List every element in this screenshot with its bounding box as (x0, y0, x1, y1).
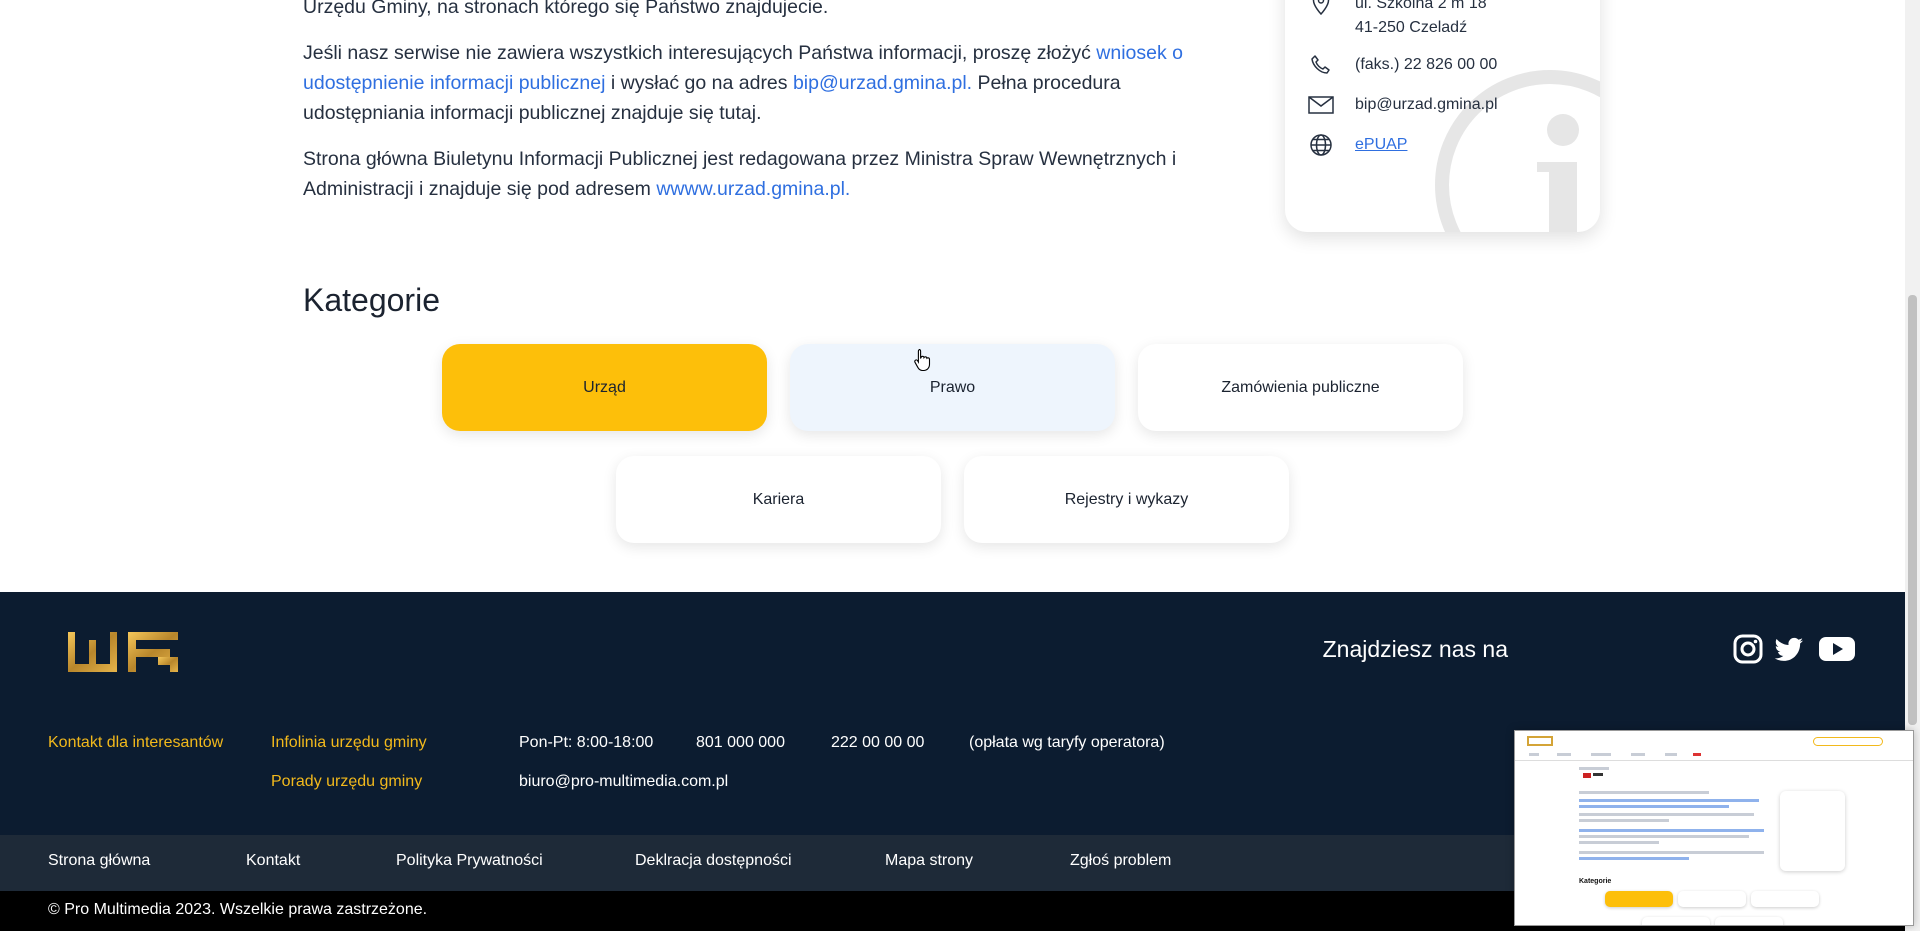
intro-text-span: i wysłać go na adres (605, 72, 793, 94)
epuap-row: ePUAP (1307, 133, 1407, 157)
contact-link[interactable]: Kontakt dla interesantów (48, 734, 223, 752)
nav-privacy[interactable]: Polityka Prywatności (396, 852, 543, 870)
company-logo[interactable] (66, 630, 180, 674)
address-row: ul. Szkolna 2 m 18 41-250 Czeladź (1307, 0, 1487, 40)
location-pin-icon (1307, 0, 1335, 16)
nav-accessibility[interactable]: Deklracja dostępności (635, 852, 792, 870)
intro-paragraph-3: Strona główna Biuletynu Informacji Publi… (303, 144, 1203, 204)
infolinia-link[interactable]: Infolinia urzędu gminy (271, 734, 427, 752)
category-urzad[interactable]: Urząd (442, 344, 767, 431)
preview-header (1515, 731, 1913, 761)
office-hours: Pon-Pt: 8:00-18:00 (519, 734, 654, 751)
category-rejestry[interactable]: Rejestry i wykazy (964, 456, 1289, 543)
porady-link[interactable]: Porady urzędu gminy (271, 773, 422, 791)
epuap-link[interactable]: ePUAP (1355, 133, 1407, 157)
bip-email-link[interactable]: bip@urzad.gmina.pl. (793, 72, 972, 94)
fax-row: (faks.) 22 826 00 00 (1307, 53, 1497, 77)
globe-icon (1307, 133, 1335, 157)
website-link[interactable]: wwww.urzad.gmina.pl. (656, 178, 850, 200)
category-prawo[interactable]: Prawo (790, 344, 1115, 431)
nav-home[interactable]: Strona główna (48, 852, 150, 870)
youtube-icon[interactable] (1818, 633, 1856, 665)
phone-icon (1307, 53, 1335, 77)
category-zamowienia[interactable]: Zamówienia publiczne (1138, 344, 1463, 431)
fax-number: (faks.) 22 826 00 00 (1355, 56, 1498, 73)
intro-paragraph-2: Jeśli nasz serwise nie zawiera wszystkic… (303, 38, 1203, 128)
hand-cursor-icon (914, 348, 931, 372)
copyright-text: © Pro Multimedia 2023. Wszelkie prawa za… (48, 901, 428, 918)
nav-sitemap[interactable]: Mapa strony (885, 852, 973, 870)
instagram-icon[interactable] (1732, 633, 1764, 665)
phone-number-1: 801 000 000 (696, 734, 785, 751)
page-preview-thumbnail[interactable]: Kategorie (1514, 730, 1914, 926)
intro-text-span: Jeśli nasz serwise nie zawiera wszystkic… (303, 42, 1097, 64)
scrollbar-thumb[interactable] (1908, 295, 1917, 725)
card-email: bip@urzad.gmina.pl (1355, 96, 1498, 113)
email-row: bip@urzad.gmina.pl (1307, 93, 1498, 117)
find-us-label: Znajdziesz nas na (1322, 636, 1508, 662)
nav-report-problem[interactable]: Zgłoś problem (1070, 852, 1171, 870)
preview-search (1813, 737, 1883, 746)
address-line-1: ul. Szkolna 2 m 18 (1355, 0, 1487, 12)
preview-contact-card (1780, 791, 1845, 871)
categories-title: Kategorie (303, 282, 440, 318)
category-kariera[interactable]: Kariera (616, 456, 941, 543)
twitter-icon[interactable] (1773, 633, 1805, 665)
preview-logo (1527, 736, 1553, 746)
contact-card: ul. Szkolna 2 m 18 41-250 Czeladź (faks.… (1285, 0, 1600, 232)
tariff-note: (opłata wg taryfy operatora) (969, 734, 1165, 751)
mail-icon (1307, 93, 1335, 117)
address-line-2: 41-250 Czeladź (1355, 19, 1468, 36)
phone-number-2: 222 00 00 00 (831, 734, 925, 751)
preview-categories-title: Kategorie (1579, 878, 1612, 885)
intro-paragraph-1: Urzędu Gminy, na stronach którego się Pa… (303, 0, 829, 18)
nav-contact[interactable]: Kontakt (246, 852, 300, 870)
intro-text: Urzędu Gminy, na stronach którego się Pa… (303, 0, 1203, 220)
footer-email-link[interactable]: biuro@pro-multimedia.com.pl (519, 773, 728, 791)
